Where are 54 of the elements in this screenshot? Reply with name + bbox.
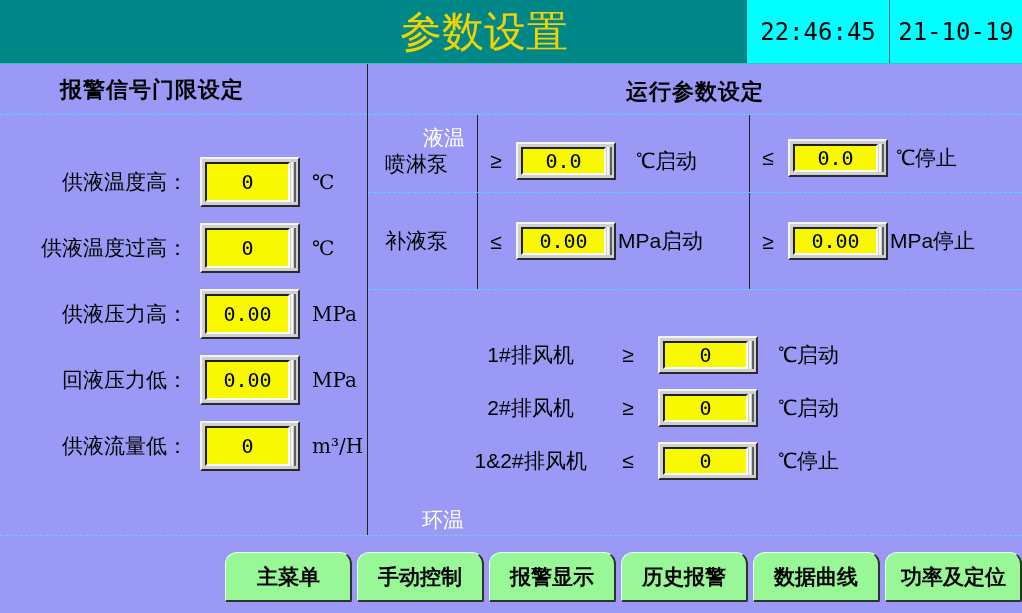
unit-label: ℃停止 <box>778 448 839 475</box>
nav-button[interactable]: 数据曲线 <box>753 552 880 602</box>
section-heading: 报警信号门限设定 <box>60 75 244 104</box>
input-field[interactable]: 0.0 <box>516 141 616 180</box>
unit-label: MPa <box>312 301 357 328</box>
field-label: 供液温度高： <box>62 169 188 196</box>
fan-label: 2#排风机 <box>487 395 574 422</box>
input-field[interactable]: 0 <box>658 336 758 374</box>
fan-label: 1&2#排风机 <box>474 448 587 475</box>
pump-label: 补液泵 <box>385 228 448 252</box>
unit-label: MPa <box>312 367 357 394</box>
fan-label: 1#排风机 <box>487 342 574 369</box>
section-heading: 运行参数设定 <box>626 77 764 106</box>
unit-label: MPa停止 <box>890 228 976 255</box>
input-field[interactable]: 0 <box>658 389 758 427</box>
input-field[interactable]: 0.00 <box>516 222 616 260</box>
field-label: 供液温度过高： <box>41 235 188 262</box>
field-label: 供液流量低： <box>62 433 188 460</box>
input-field[interactable]: 0 <box>200 157 300 207</box>
comparison-sign: ≥ <box>622 395 634 422</box>
nav-button[interactable]: 手动控制 <box>357 552 484 602</box>
nav-button[interactable]: 报警显示 <box>489 552 616 602</box>
unit-label: m³/H <box>312 433 364 460</box>
unit-label: ℃启动 <box>778 342 839 369</box>
input-field[interactable]: 0 <box>200 223 300 273</box>
caption-label: 环温 <box>422 508 464 531</box>
screen-title: 参数设置 <box>400 10 568 53</box>
input-field[interactable]: 0.0 <box>788 138 888 177</box>
unit-label: ℃ <box>312 235 335 262</box>
nav-button[interactable]: 功率及定位 <box>885 552 1022 602</box>
input-field[interactable]: 0.00 <box>200 289 300 339</box>
comparison-sign: ≥ <box>622 342 634 369</box>
nav-button[interactable]: 历史报警 <box>621 552 748 602</box>
comparison-sign: ≥ <box>489 150 503 171</box>
input-field[interactable]: 0 <box>200 421 300 471</box>
caption-label: 液温 <box>423 124 465 151</box>
input-field[interactable]: 0 <box>658 442 758 480</box>
unit-label: ℃启动 <box>636 147 697 174</box>
field-label: 供液压力高： <box>62 301 188 328</box>
input-field[interactable]: 0.00 <box>788 222 888 260</box>
field-label: 回液压力低： <box>62 367 188 394</box>
unit-label: ℃ <box>312 169 335 196</box>
pump-label: 喷淋泵 <box>385 152 448 176</box>
unit-label: MPa启动 <box>618 228 704 255</box>
unit-label: ℃启动 <box>778 395 839 422</box>
comparison-sign: ≤ <box>761 147 775 168</box>
comparison-sign: ≤ <box>622 448 634 475</box>
comparison-sign: ≤ <box>489 230 503 252</box>
comparison-sign: ≥ <box>761 230 775 252</box>
date-display: 21-10-19 <box>889 0 1022 63</box>
unit-label: ℃停止 <box>896 144 957 171</box>
time-display: 22:46:45 <box>746 0 889 63</box>
input-field[interactable]: 0.00 <box>200 355 300 405</box>
nav-button[interactable]: 主菜单 <box>225 552 352 602</box>
